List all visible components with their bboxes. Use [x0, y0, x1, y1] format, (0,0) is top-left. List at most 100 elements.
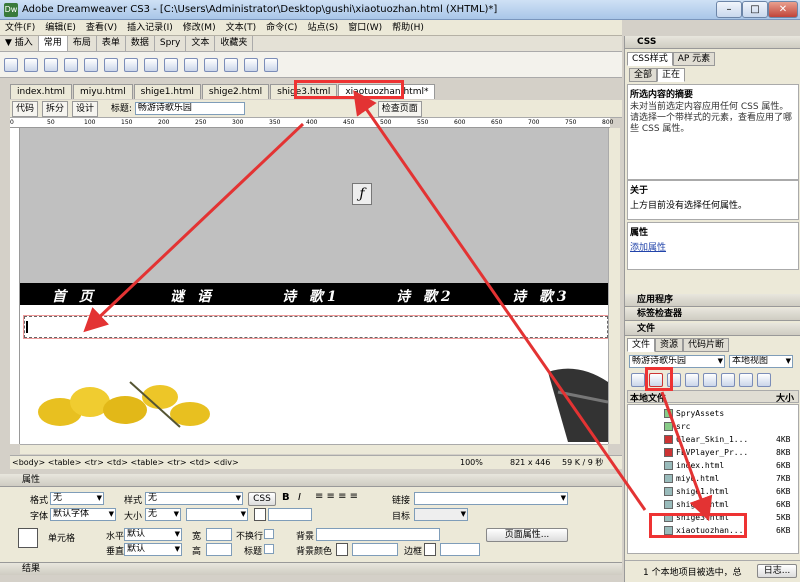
design-view[interactable]: ƒ 首 页 谜 语 诗 歌1 诗 歌2 诗 歌3: [20, 128, 608, 444]
menu-view[interactable]: 查看(V): [81, 20, 122, 36]
doc-tab-miyu[interactable]: miyu.html: [72, 84, 133, 99]
tag-chooser-icon[interactable]: [204, 58, 218, 72]
file-item[interactable]: SpryAssets: [628, 407, 800, 420]
date-icon[interactable]: [144, 58, 158, 72]
menu-site[interactable]: 站点(S): [302, 20, 343, 36]
menu-text[interactable]: 文本(T): [221, 20, 262, 36]
tab-data[interactable]: 数据: [126, 36, 155, 51]
window-size[interactable]: 821 x 446: [510, 456, 550, 469]
file-item[interactable]: FLVPlayer_Pr... 8KB: [628, 446, 800, 459]
check-out-icon[interactable]: [703, 373, 717, 387]
horizontal-scrollbar[interactable]: [20, 444, 608, 454]
text-color-swatch[interactable]: [254, 508, 266, 521]
tab-ap-elements[interactable]: AP 元素: [672, 52, 716, 66]
doc-tab-shige1[interactable]: shige1.html: [133, 84, 201, 99]
header-checkbox[interactable]: [264, 544, 274, 554]
close-button[interactable]: ✕: [768, 1, 798, 18]
nav-poem1[interactable]: 诗 歌1: [282, 286, 341, 306]
menu-help[interactable]: 帮助(H): [387, 20, 429, 36]
put-files-icon[interactable]: [685, 373, 699, 387]
results-panel-header[interactable]: 结果: [0, 562, 622, 575]
layer-icon[interactable]: [84, 58, 98, 72]
image-icon[interactable]: [104, 58, 118, 72]
col-local-files[interactable]: 本地文件: [628, 394, 666, 404]
tab-favorites[interactable]: 收藏夹: [215, 36, 254, 51]
nowrap-checkbox[interactable]: [264, 529, 274, 539]
menu-modify[interactable]: 修改(M): [178, 20, 221, 36]
selected-div-row[interactable]: [23, 315, 608, 339]
tab-text[interactable]: 文本: [186, 36, 216, 51]
code-view-button[interactable]: 代码: [12, 101, 39, 117]
template-icon[interactable]: [184, 58, 198, 72]
tab-forms[interactable]: 表单: [97, 36, 126, 51]
vert-align-select[interactable]: 默认: [124, 543, 182, 556]
design-view-button[interactable]: 设计: [72, 101, 99, 117]
media-icon[interactable]: [124, 58, 138, 72]
properties-panel-header[interactable]: 属性: [0, 474, 622, 487]
tab-assets[interactable]: 资源: [655, 338, 684, 352]
menu-insert[interactable]: 插入记录(I): [122, 20, 178, 36]
font-select[interactable]: 默认字体: [50, 508, 116, 521]
application-panel-header[interactable]: 应用程序: [625, 294, 800, 307]
connect-icon[interactable]: [631, 373, 645, 387]
format-select[interactable]: 无: [50, 492, 104, 505]
menu-file[interactable]: 文件(F): [0, 20, 40, 36]
page-properties-button[interactable]: 页面属性...: [486, 528, 568, 542]
horz-align-select[interactable]: 默认: [124, 528, 182, 541]
file-item[interactable]: Clear_Skin_1... 4KB: [628, 433, 800, 446]
tag-selector[interactable]: <body> <table> <tr> <td> <table> <tr> <t…: [10, 458, 239, 467]
head-icon[interactable]: [224, 58, 238, 72]
size-unit-select[interactable]: [186, 508, 248, 521]
bg-image-input[interactable]: [316, 528, 440, 541]
nav-riddles[interactable]: 谜 语: [170, 286, 215, 306]
insert-panel-toggle[interactable]: ▼ 插入: [0, 36, 39, 51]
link-input[interactable]: [414, 492, 568, 505]
css-button[interactable]: CSS: [248, 492, 276, 506]
files-panel-header[interactable]: 文件: [625, 323, 800, 336]
menu-edit[interactable]: 编辑(E): [40, 20, 81, 36]
nav-poem2[interactable]: 诗 歌2: [396, 286, 455, 306]
page-title-input[interactable]: 畅游诗歌乐园: [134, 102, 245, 115]
library-icon[interactable]: [264, 58, 278, 72]
bold-button[interactable]: B: [282, 492, 290, 503]
check-page-button[interactable]: 检查页面: [377, 101, 422, 117]
file-item[interactable]: src: [628, 420, 800, 433]
minimize-button[interactable]: –: [716, 1, 742, 18]
width-input[interactable]: [206, 528, 232, 541]
check-in-icon[interactable]: [721, 373, 735, 387]
border-color-input[interactable]: [440, 543, 480, 556]
file-item[interactable]: shige2.html 6KB: [628, 498, 800, 511]
tab-snippets[interactable]: 代码片断: [683, 338, 730, 352]
bgcolor-input[interactable]: [352, 543, 398, 556]
nav-home[interactable]: 首 页: [52, 286, 97, 306]
comment-icon[interactable]: [164, 58, 178, 72]
vertical-scrollbar[interactable]: [608, 128, 620, 444]
menu-commands[interactable]: 命令(C): [261, 20, 302, 36]
border-color-swatch[interactable]: [424, 543, 436, 556]
split-view-button[interactable]: 拆分: [42, 101, 69, 117]
log-button[interactable]: 日志...: [757, 564, 797, 578]
tag-inspector-header[interactable]: 标签检查器: [625, 308, 800, 321]
file-item[interactable]: shige1.html 6KB: [628, 485, 800, 498]
maximize-button[interactable]: □: [742, 1, 768, 18]
expand-icon[interactable]: [757, 373, 771, 387]
zoom-select[interactable]: 100%: [460, 456, 483, 469]
target-select[interactable]: [414, 508, 468, 521]
site-select[interactable]: 畅游诗歌乐园: [629, 355, 725, 368]
doc-tab-index[interactable]: index.html: [10, 84, 72, 99]
tab-spry[interactable]: Spry: [155, 36, 187, 51]
tab-layout[interactable]: 布局: [68, 36, 97, 51]
doc-tab-shige2[interactable]: shige2.html: [201, 84, 270, 99]
italic-button[interactable]: I: [298, 492, 301, 503]
tab-common[interactable]: 常用: [38, 36, 68, 51]
table-icon[interactable]: [64, 58, 78, 72]
mode-current-button[interactable]: 正在: [657, 68, 686, 82]
email-link-icon[interactable]: [24, 58, 38, 72]
sync-icon[interactable]: [739, 373, 753, 387]
align-icons[interactable]: ≡ ≡ ≡ ≡: [315, 491, 358, 502]
tab-files[interactable]: 文件: [627, 338, 656, 352]
menu-window[interactable]: 窗口(W): [343, 20, 387, 36]
add-attribute-link[interactable]: 添加属性: [628, 240, 798, 253]
style-select[interactable]: 无: [145, 492, 243, 505]
css-panel-header[interactable]: CSS: [625, 36, 800, 49]
